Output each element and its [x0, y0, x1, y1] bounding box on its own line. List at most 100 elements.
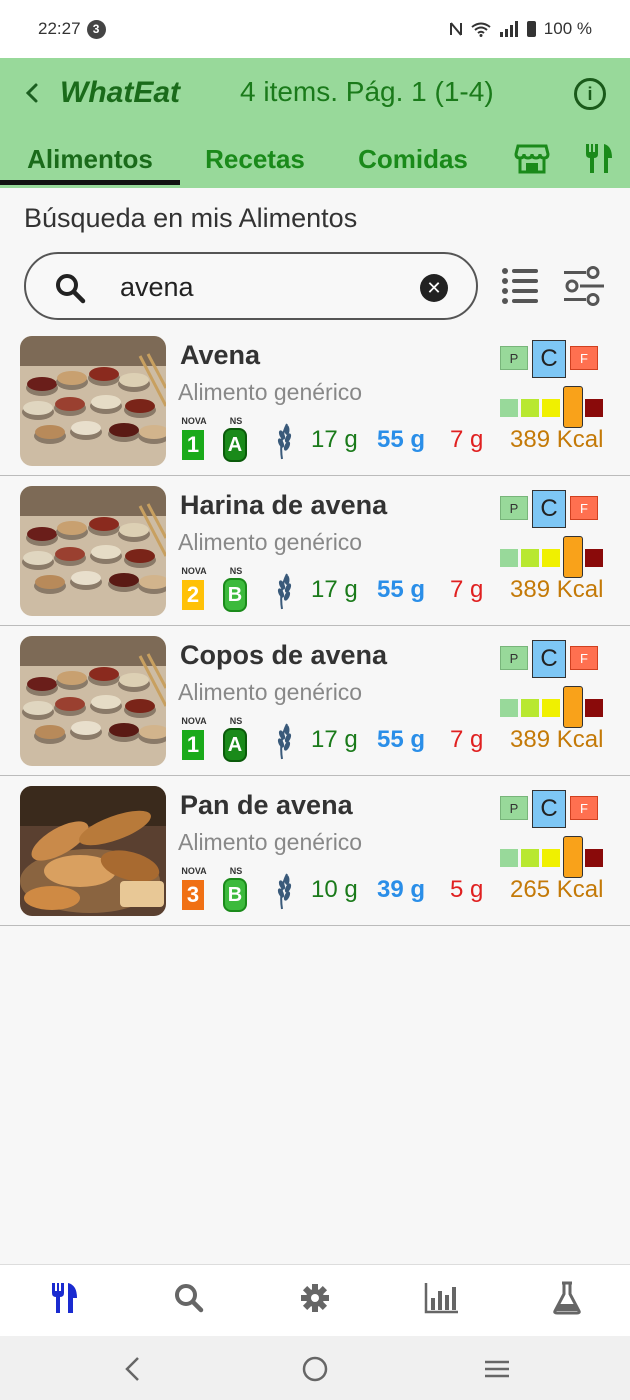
nova-caption: NOVA [181, 566, 207, 576]
utensils-icon[interactable] [582, 140, 618, 176]
food-row[interactable]: Avena Alimento genérico P C F NOVA 1 NS A 17 g 55 … [0, 326, 630, 476]
carbs-value: 55 g [377, 426, 426, 453]
food-row[interactable]: Copos de avena Alimento genérico P C F NOVA 1 N… [0, 626, 630, 776]
food-type: Alimento genérico [178, 379, 363, 405]
carbs-indicator: C [532, 790, 566, 828]
flask-icon[interactable] [552, 1281, 582, 1315]
search-input[interactable] [120, 268, 410, 306]
ns-caption: NS [229, 416, 243, 426]
search-icon[interactable] [174, 1281, 204, 1315]
macro-dominance-indicator: PCF [500, 340, 610, 380]
app-header: WhatEat 4 items. Pág. 1 (1-4) i Alimento… [0, 58, 630, 188]
nova-badge: NOVA 1 [180, 716, 208, 764]
kcal-value: 389 Kcal [510, 726, 604, 753]
carbs-value: 39 g [377, 876, 426, 903]
ns-value: B [223, 878, 247, 912]
food-image [20, 486, 166, 616]
protein-indicator: P [500, 346, 528, 370]
protein-indicator: P [500, 496, 528, 520]
fat-value: 5 g [450, 876, 484, 903]
wheat-icon [277, 423, 292, 460]
kcal-value: 389 Kcal [510, 426, 604, 453]
page-info: 4 items. Pág. 1 (1-4) [240, 76, 494, 107]
ns-badge: NS B [222, 866, 250, 914]
food-row[interactable]: Pan de avena Alimento genérico P C F NOVA 3 NS B… [0, 776, 630, 926]
system-home-icon[interactable] [300, 1354, 330, 1384]
protein-value: 17 g [311, 726, 358, 753]
list-view-icon[interactable] [500, 266, 540, 306]
wheat-icon [277, 723, 292, 760]
scale-step [542, 699, 560, 717]
protein-value: 17 g [311, 426, 358, 453]
food-type: Alimento genérico [178, 679, 363, 705]
nfc-icon [449, 22, 462, 36]
filter-sliders-icon[interactable] [562, 266, 606, 306]
scale-step [585, 849, 603, 867]
food-row[interactable]: Harina de avena Alimento genérico P C F NOVA 2… [0, 476, 630, 626]
scale-step [542, 549, 560, 567]
nova-badge: NOVA 1 [180, 416, 208, 464]
nova-caption: NOVA [181, 416, 207, 426]
fat-indicator: F [570, 346, 598, 370]
fat-value: 7 g [450, 426, 484, 453]
back-arrow-icon[interactable] [20, 78, 44, 108]
scale-step [521, 699, 539, 717]
macro-dominance-indicator: PCF [500, 790, 610, 830]
protein-value: 10 g [311, 876, 358, 903]
fat-value: 7 g [450, 726, 484, 753]
tab-comidas[interactable]: Comidas [338, 130, 488, 188]
protein-indicator: P [500, 796, 528, 820]
tab-label: Comidas [358, 143, 468, 174]
bar-chart-icon[interactable] [424, 1281, 460, 1315]
nova-caption: NOVA [181, 866, 207, 876]
ns-value: A [223, 428, 247, 462]
gear-icon[interactable] [300, 1281, 330, 1315]
status-right: 100 % [449, 19, 592, 39]
food-image [20, 786, 166, 916]
scale-step [542, 849, 560, 867]
food-list: Avena Alimento genérico P C F NOVA 1 NS A 17 g 55 … [0, 326, 630, 926]
store-icon[interactable] [514, 140, 550, 176]
food-type: Alimento genérico [178, 829, 363, 855]
badges-row: NOVA 1 NS A 17 g 55 g 7 g 389 Kcal [180, 416, 620, 466]
nova-badge: NOVA 2 [180, 566, 208, 614]
nova-badge: NOVA 3 [180, 866, 208, 914]
active-tab-indicator [0, 180, 180, 185]
status-time: 22:27 [38, 19, 81, 38]
fat-indicator: F [570, 796, 598, 820]
grains-photo [20, 486, 166, 616]
ns-value: A [223, 728, 247, 762]
ns-caption: NS [229, 566, 243, 576]
ns-value: B [223, 578, 247, 612]
ns-badge: NS B [222, 566, 250, 614]
utensils-icon[interactable] [50, 1281, 80, 1315]
ns-caption: NS [229, 866, 243, 876]
tab-recetas[interactable]: Recetas [190, 130, 320, 188]
kcal-value: 265 Kcal [510, 876, 604, 903]
scale-step [521, 549, 539, 567]
clear-search-icon[interactable]: ✕ [420, 274, 448, 302]
macro-dominance-indicator: PCF [500, 490, 610, 530]
system-back-icon[interactable] [118, 1354, 148, 1384]
fat-indicator: F [570, 496, 598, 520]
nova-value: 1 [182, 730, 204, 760]
kcal-value: 389 Kcal [510, 576, 604, 603]
info-icon[interactable]: i [574, 78, 606, 110]
scale-step [585, 399, 603, 417]
carbs-indicator: C [532, 490, 566, 528]
search-box[interactable]: ✕ [24, 252, 478, 320]
section-title: Búsqueda en mis Alimentos [24, 203, 358, 233]
header-row: WhatEat 4 items. Pág. 1 (1-4) i [0, 58, 630, 130]
scale-step [521, 399, 539, 417]
tab-label: Recetas [205, 143, 305, 174]
scale-step [500, 849, 518, 867]
carbs-value: 55 g [377, 576, 426, 603]
food-type: Alimento genérico [178, 529, 363, 555]
fat-indicator: F [570, 646, 598, 670]
system-recents-icon[interactable] [482, 1354, 512, 1384]
tab-bar: Alimentos Recetas Comidas [0, 130, 630, 188]
wifi-icon [471, 22, 491, 37]
bread-photo [20, 786, 166, 916]
scale-step [521, 849, 539, 867]
scale-step [542, 399, 560, 417]
